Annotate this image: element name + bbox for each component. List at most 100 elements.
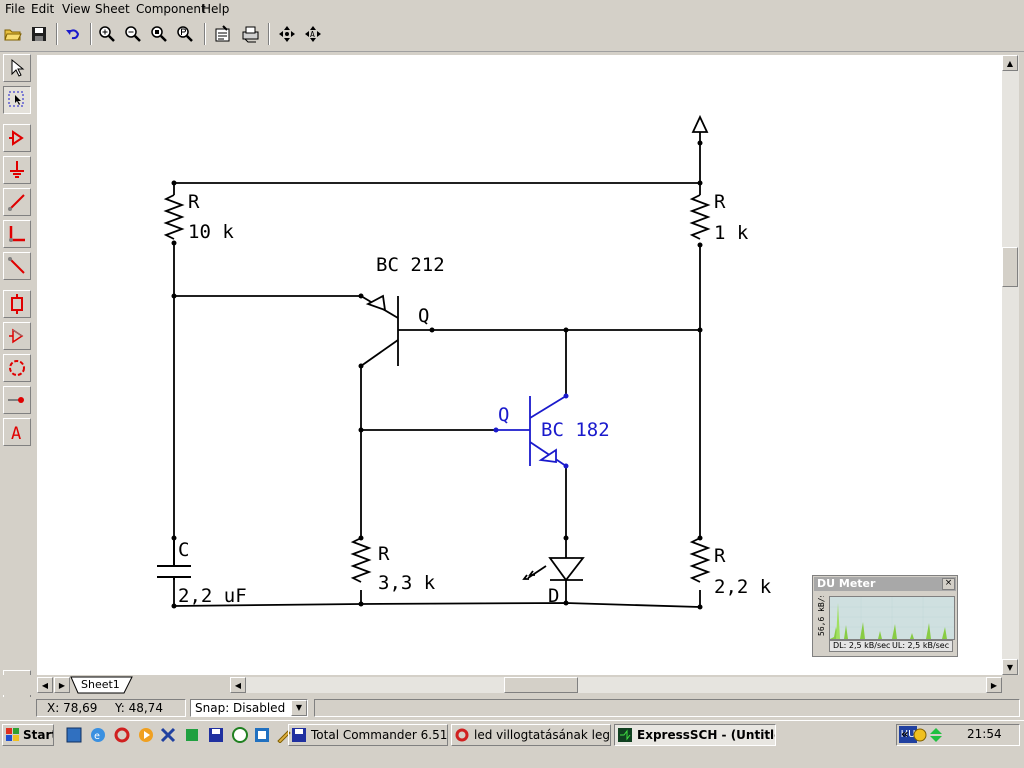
hscroll-left-icon[interactable]: ◀ bbox=[230, 677, 246, 693]
auto-route-icon[interactable]: A bbox=[302, 23, 324, 45]
quick-launch-media-icon[interactable] bbox=[138, 727, 154, 743]
bus-icon[interactable] bbox=[3, 220, 31, 248]
tab-prev-icon[interactable]: ◀ bbox=[37, 677, 53, 693]
menu-file[interactable]: File bbox=[5, 2, 25, 16]
hscroll-right-icon[interactable]: ▶ bbox=[986, 677, 1002, 693]
resistor-r3 bbox=[350, 537, 372, 583]
svg-text:A: A bbox=[11, 424, 21, 442]
tray-expand-icon[interactable]: « bbox=[901, 727, 909, 741]
open-folder-icon[interactable] bbox=[2, 23, 24, 45]
hscroll-thumb[interactable] bbox=[504, 677, 578, 693]
zoom-page-icon[interactable] bbox=[174, 23, 196, 45]
du-meter-graph bbox=[829, 596, 955, 640]
menu-view[interactable]: View bbox=[62, 2, 90, 16]
du-meter-window[interactable]: DU Meter × 56,6 kB/se DL: 2,5 kB/sec UL:… bbox=[812, 575, 958, 657]
r2-value: 1 k bbox=[714, 222, 749, 244]
undo-icon[interactable] bbox=[62, 23, 84, 45]
select-arrow-icon[interactable] bbox=[3, 54, 31, 82]
quick-launch-tools-icon[interactable] bbox=[160, 727, 176, 743]
quick-launch-opera-icon[interactable] bbox=[114, 727, 130, 743]
du-meter-status: DL: 2,5 kB/sec UL: 2,5 kB/sec bbox=[829, 640, 953, 652]
menu-help[interactable]: Help bbox=[202, 2, 229, 16]
task-label: led villogtatásának legeg... bbox=[474, 728, 610, 742]
scroll-down-icon[interactable]: ▼ bbox=[1002, 659, 1018, 675]
power-symbol-icon[interactable] bbox=[3, 124, 31, 152]
clock: 21:54 bbox=[967, 727, 1002, 741]
print-icon[interactable] bbox=[240, 23, 262, 45]
toolbar-separator bbox=[90, 23, 92, 45]
d1-label: D bbox=[548, 585, 559, 607]
q2-name: BC 182 bbox=[541, 419, 610, 441]
quick-launch-app-icon[interactable] bbox=[184, 727, 200, 743]
resistor-r2 bbox=[689, 194, 711, 240]
status-bar: X: 78,69 Y: 48,74 Snap: Disabled ▼ bbox=[0, 697, 1024, 719]
coord-panel: X: 78,69 Y: 48,74 bbox=[36, 699, 186, 717]
save-icon[interactable] bbox=[28, 23, 50, 45]
taskbar: Start e Total Commander 6.51 - ... led v… bbox=[0, 720, 1024, 749]
zoom-in-icon[interactable] bbox=[96, 23, 118, 45]
menu-component[interactable]: Component bbox=[136, 2, 206, 16]
properties-icon[interactable] bbox=[212, 23, 234, 45]
task-opera[interactable]: led villogtatásának legeg... bbox=[451, 724, 611, 746]
junction-dots bbox=[171, 140, 703, 610]
task-total-commander[interactable]: Total Commander 6.51 - ... bbox=[288, 724, 448, 746]
scroll-up-icon[interactable]: ▲ bbox=[1002, 55, 1018, 71]
start-button[interactable]: Start bbox=[2, 724, 54, 746]
vertical-scrollbar[interactable]: ▲ ▼ bbox=[1002, 55, 1019, 675]
close-icon[interactable]: × bbox=[942, 578, 955, 590]
zoom-out-icon[interactable] bbox=[122, 23, 144, 45]
quick-launch-tc-icon[interactable] bbox=[254, 727, 270, 743]
menu-edit[interactable]: Edit bbox=[31, 2, 54, 16]
du-meter-title: DU Meter bbox=[814, 577, 956, 591]
q1-name: BC 212 bbox=[376, 254, 445, 276]
snap-select[interactable]: Snap: Disabled ▼ bbox=[190, 699, 308, 717]
ground-icon[interactable] bbox=[3, 156, 31, 184]
wire-bottom-rail bbox=[173, 602, 701, 608]
task-expresssch[interactable]: ExpressSCH - (Untitled) bbox=[614, 724, 776, 746]
zoom-area-icon[interactable] bbox=[3, 86, 31, 114]
quick-launch-clock-icon[interactable] bbox=[232, 727, 248, 743]
start-label: Start bbox=[23, 728, 54, 742]
toolbar: A bbox=[0, 19, 1024, 52]
svg-text:A: A bbox=[310, 30, 315, 39]
zoom-fit-icon[interactable] bbox=[148, 23, 170, 45]
opera-icon bbox=[455, 728, 469, 742]
quick-launch-save-icon[interactable] bbox=[208, 727, 224, 743]
tab-sheet1-label[interactable]: Sheet1 bbox=[81, 678, 120, 691]
component-icon[interactable] bbox=[3, 290, 31, 318]
tray-yahoo-icon[interactable] bbox=[913, 728, 927, 742]
expresssch-icon bbox=[618, 728, 632, 742]
quick-launch-ie-icon[interactable]: e bbox=[90, 727, 106, 743]
svg-text:e: e bbox=[94, 731, 100, 742]
c1-label: C bbox=[178, 539, 189, 561]
windows-logo-icon bbox=[6, 728, 19, 741]
tray-du-meter-icon[interactable] bbox=[929, 727, 943, 743]
pan-icon[interactable] bbox=[276, 23, 298, 45]
quick-launch-explorer-icon[interactable] bbox=[66, 727, 82, 743]
menu-sheet[interactable]: Sheet bbox=[95, 2, 130, 16]
snap-select-value: Snap: Disabled bbox=[195, 701, 286, 715]
coord-y: Y: 48,74 bbox=[115, 701, 163, 715]
r1-value: 10 k bbox=[188, 221, 234, 243]
task-label: Total Commander 6.51 - ... bbox=[311, 728, 448, 742]
coord-x: X: 78,69 bbox=[47, 701, 98, 715]
scroll-thumb[interactable] bbox=[1002, 247, 1018, 287]
du-upload-rate: UL: 2,5 kB/sec bbox=[892, 641, 950, 650]
wire-icon[interactable] bbox=[3, 188, 31, 216]
r3-label: R bbox=[378, 543, 390, 565]
r2-label: R bbox=[714, 191, 726, 213]
r3-value: 3,3 k bbox=[378, 572, 436, 594]
wires bbox=[173, 132, 701, 608]
horizontal-scrollbar[interactable] bbox=[246, 677, 986, 693]
bus-entry-icon[interactable] bbox=[3, 252, 31, 280]
tab-next-icon[interactable]: ▶ bbox=[54, 677, 70, 693]
vcc-arrow-icon bbox=[691, 114, 709, 133]
task-label: ExpressSCH - (Untitled) bbox=[637, 728, 775, 742]
net-label-icon[interactable] bbox=[3, 386, 31, 414]
port-icon[interactable] bbox=[3, 322, 31, 350]
junction-icon[interactable] bbox=[3, 354, 31, 382]
chevron-down-icon[interactable]: ▼ bbox=[291, 700, 307, 716]
floppy-icon bbox=[292, 728, 306, 742]
text-icon[interactable]: A bbox=[3, 418, 31, 446]
menu-bar: File Edit View Sheet Component Help bbox=[0, 0, 1024, 18]
